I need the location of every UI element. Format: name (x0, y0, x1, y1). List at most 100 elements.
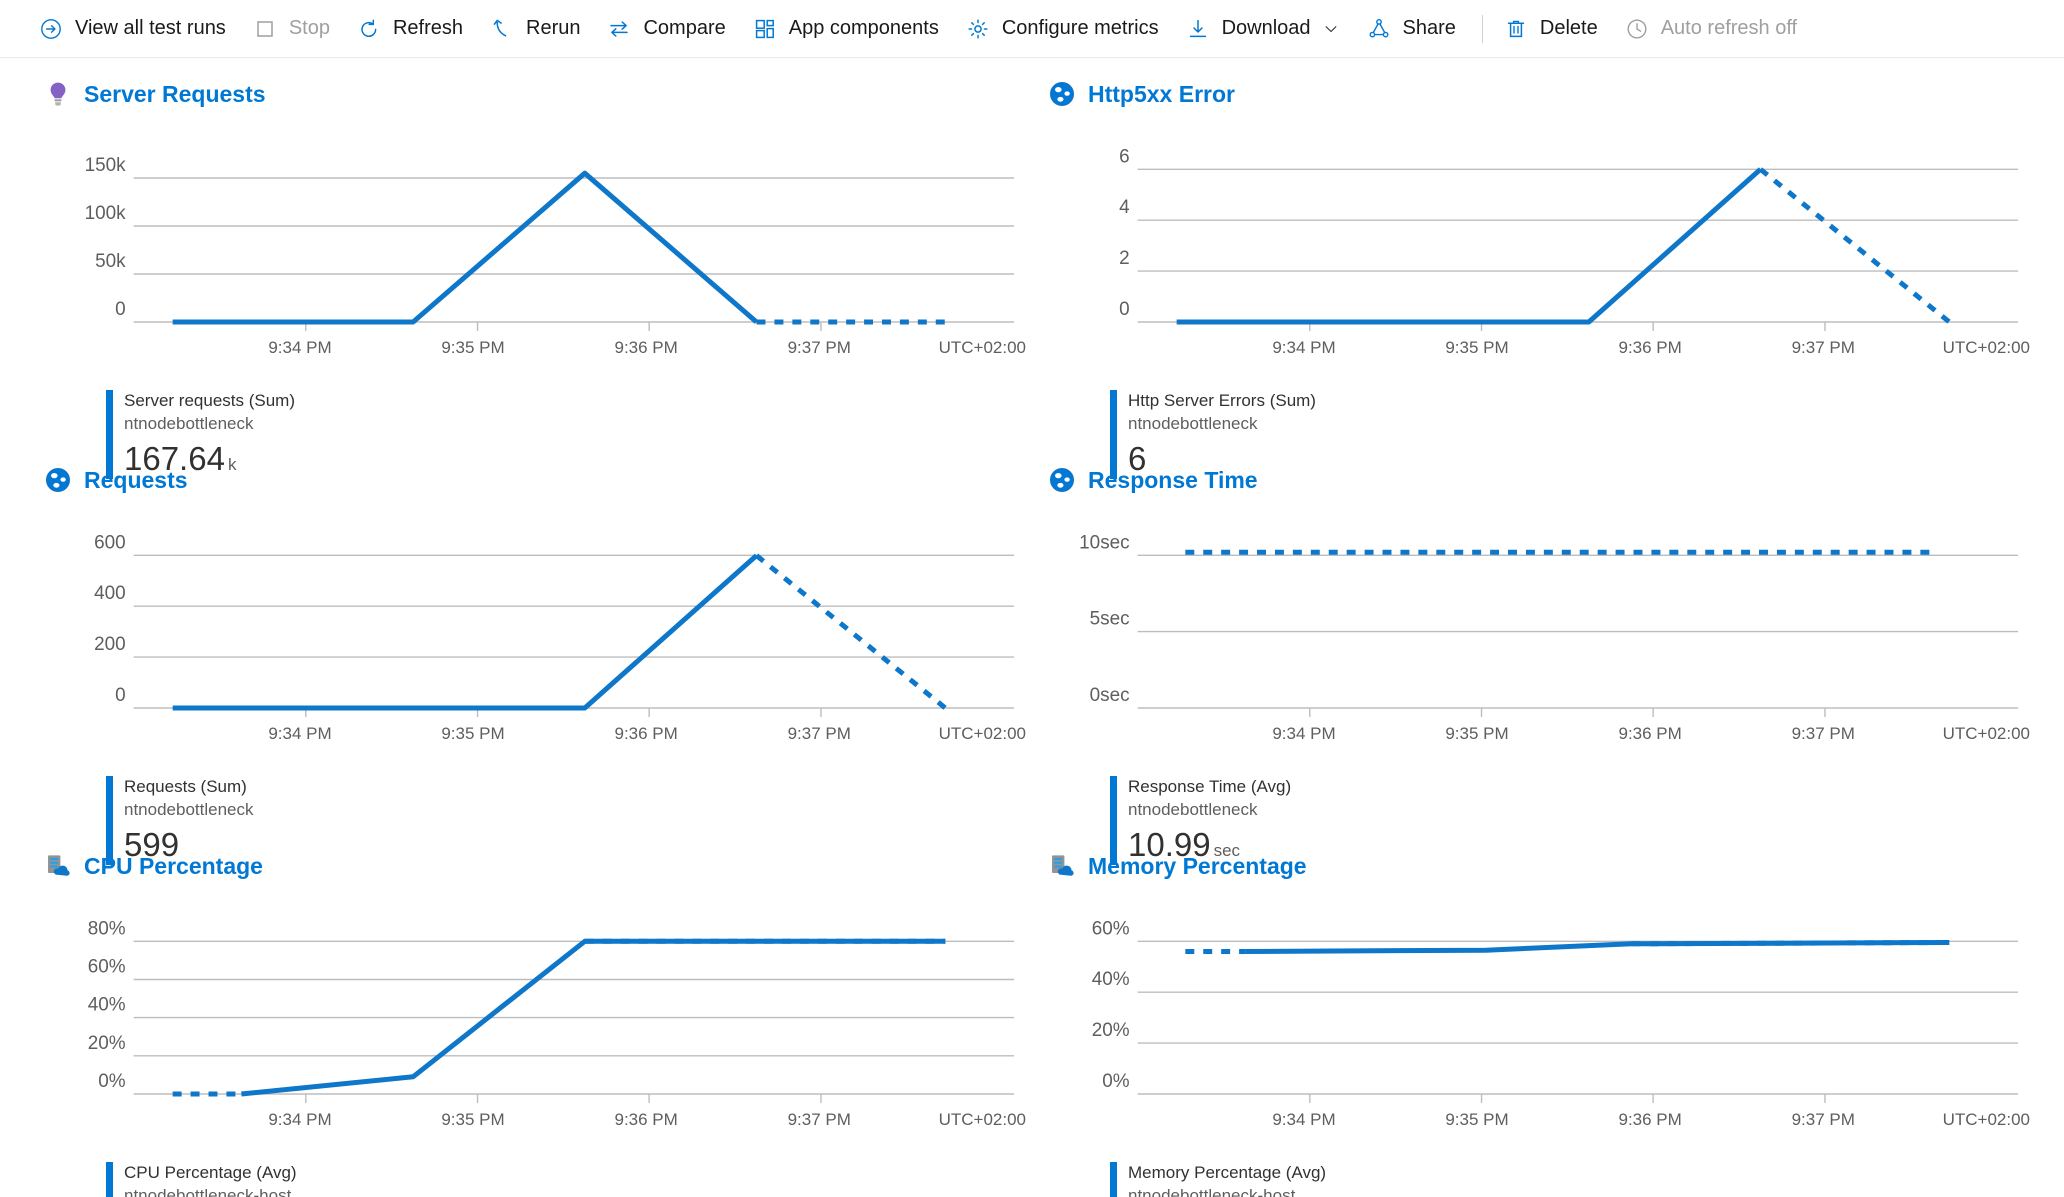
x-tick-label: 9:36 PM (614, 1110, 678, 1129)
toolbar-separator (1481, 14, 1483, 43)
legend-metric-name: Response Time (Avg) (1128, 777, 1292, 796)
x-axis: 9:34 PM 9:35 PM 9:36 PM 9:37 PM UTC+02:00 (1032, 720, 2036, 750)
toolbar-button-label: Auto refresh off (1660, 17, 1798, 39)
legend-text-block: Memory Percentage (Avg) ntnodebottleneck-… (1128, 1162, 1326, 1197)
y-tick-label: 0% (1102, 1071, 1129, 1092)
series-line-solid (1176, 167, 1763, 325)
toolbar-button-label: Download (1221, 17, 1311, 39)
y-tick-label: 20% (1092, 1020, 1130, 1041)
metric-tile-memory-percentage: Memory Percentage 0% 20% 40% 60% 9:34 PM 9:35 … (1032, 830, 2036, 1197)
toolbar-button-label: View all test runs (75, 17, 226, 39)
y-tick-label: 400 (94, 583, 126, 604)
metric-tile-response-time: Response Time 0sec 5sec 10sec 9:34 PM 9:35 PM… (1032, 444, 2036, 866)
metric-tile-title-cpu-percentage[interactable]: CPU Percentage (84, 853, 263, 880)
y-tick-label: 50k (95, 251, 126, 272)
x-tick-label: 9:36 PM (614, 724, 678, 743)
share-icon (1366, 16, 1392, 42)
metric-tile-title-response-time[interactable]: Response Time (1088, 467, 1258, 494)
x-tick-label: 9:37 PM (787, 724, 851, 743)
application-insights-icon (44, 80, 72, 108)
metric-chart-requests[interactable]: 0 200 400 600 (28, 528, 1032, 718)
y-tick-label: 4 (1119, 197, 1130, 218)
series-line-dashed (754, 553, 947, 710)
toolbar-button-refresh[interactable]: Refresh (346, 7, 479, 51)
toolbar-button-label: App components (788, 17, 939, 39)
toolbar-button-stop: Stop (242, 7, 346, 51)
plot-surface: 0% 20% 40% 60% 80% (88, 918, 1015, 1103)
metric-tile-cpu-percentage: CPU Percentage 0% 20% 40% 60% 80% 9:34 PM 9:35 … (28, 830, 1032, 1197)
x-axis: 9:34 PM 9:35 PM 9:36 PM 9:37 PM UTC+02:00 (1032, 334, 2036, 364)
toolbar-button-label: Share (1402, 17, 1456, 39)
y-tick-label: 150k (85, 155, 127, 176)
x-tick-label: 9:37 PM (1791, 338, 1855, 357)
x-tick-label: 9:36 PM (1618, 1110, 1682, 1129)
metric-tile-header: Memory Percentage (1032, 844, 2036, 888)
x-axis: 9:34 PM 9:35 PM 9:36 PM 9:37 PM UTC+02:00 (28, 720, 1032, 750)
legend-resource-name: ntnodebottleneck-host (124, 1185, 292, 1197)
app-service-plan-icon (1048, 852, 1076, 880)
metric-tile-requests: Requests 0 200 400 600 9:34 PM 9:35 PM 9:36 PM 9… (28, 444, 1032, 866)
x-tick-label: 9:36 PM (1618, 724, 1682, 743)
metric-legend-memory-percentage[interactable]: Memory Percentage (Avg) ntnodebottleneck-… (1032, 1162, 2036, 1197)
y-tick-label: 100k (85, 203, 127, 224)
x-tick-label: 9:35 PM (441, 338, 505, 357)
y-tick-label: 40% (88, 995, 126, 1016)
metric-chart-memory-percentage[interactable]: 0% 20% 40% 60% (1032, 914, 2036, 1104)
clock-icon (1624, 16, 1650, 42)
app-service-icon (1048, 466, 1076, 494)
legend-metric-name: Memory Percentage (Avg) (1128, 1163, 1327, 1182)
toolbar-button-compare[interactable]: Compare (596, 7, 741, 51)
stop-square-icon (252, 16, 278, 42)
metric-tile-header: Http5xx Error (1032, 72, 2036, 116)
metric-tile-header: Server Requests (28, 72, 1032, 116)
app-service-plan-icon (44, 852, 72, 880)
x-tick-label: 9:34 PM (1272, 338, 1336, 357)
legend-metric-name: Server requests (Sum) (124, 391, 295, 410)
chevron-down-icon[interactable] (1322, 20, 1340, 38)
toolbar-button-share[interactable]: Share (1356, 7, 1472, 51)
toolbar-button-label: Compare (643, 17, 726, 39)
toolbar-button-label: Stop (288, 17, 330, 39)
metric-chart-http5xx-error[interactable]: 0 2 4 6 (1032, 142, 2036, 332)
metric-chart-cpu-percentage[interactable]: 0% 20% 40% 60% 80% (28, 914, 1032, 1104)
plot-surface: 0 2 4 6 (1119, 146, 2019, 331)
x-tick-label: 9:35 PM (1445, 338, 1509, 357)
metric-tile-title-memory-percentage[interactable]: Memory Percentage (1088, 853, 1307, 880)
series-line-dashed (1758, 167, 1951, 324)
rerun-icon (489, 16, 515, 42)
y-tick-label: 0 (115, 685, 126, 706)
app-service-icon (1048, 80, 1076, 108)
y-tick-label: 0 (115, 299, 126, 320)
toolbar-button-label: Rerun (526, 17, 581, 39)
download-icon (1185, 16, 1211, 42)
toolbar-button-app-components[interactable]: App components (742, 7, 955, 51)
plot-surface: 0 50k 100k 150k (85, 155, 1015, 331)
toolbar-button-delete[interactable]: Delete (1493, 7, 1614, 51)
metric-chart-response-time[interactable]: 0sec 5sec 10sec (1032, 528, 2036, 718)
series-line-solid (172, 553, 759, 711)
legend-resource-name: ntnodebottleneck (1128, 799, 1258, 819)
y-tick-label: 60% (88, 956, 126, 977)
metric-tile-title-http5xx-error[interactable]: Http5xx Error (1088, 81, 1235, 108)
metric-legend-cpu-percentage[interactable]: CPU Percentage (Avg) ntnodebottleneck-hos… (28, 1162, 1032, 1197)
legend-metric-name: CPU Percentage (Avg) (124, 1163, 297, 1182)
metric-tile-title-requests[interactable]: Requests (84, 467, 188, 494)
metric-tile-title-server-requests[interactable]: Server Requests (84, 81, 266, 108)
compare-arrows-icon (606, 16, 632, 42)
x-tick-label: 9:37 PM (787, 1110, 851, 1129)
x-tick-label: 9:34 PM (268, 1110, 332, 1129)
toolbar-button-label: Refresh (392, 17, 463, 39)
y-tick-label: 5sec (1090, 609, 1130, 630)
metric-chart-server-requests[interactable]: 0 50k 100k 150k (28, 142, 1032, 332)
plot-surface: 0 200 400 600 (94, 532, 1015, 717)
y-tick-label: 0 (1119, 299, 1130, 320)
y-tick-label: 2 (1119, 248, 1130, 269)
toolbar-button-view-all-test-runs[interactable]: View all test runs (28, 7, 242, 51)
timezone-label: UTC+02:00 (938, 338, 1026, 357)
toolbar-button-configure-metrics[interactable]: Configure metrics (955, 7, 1175, 51)
toolbar-button-download[interactable]: Download (1175, 7, 1356, 51)
timezone-label: UTC+02:00 (938, 1110, 1026, 1129)
toolbar-button-rerun[interactable]: Rerun (479, 7, 596, 51)
series-line-solid (1245, 940, 1950, 954)
legend-metric-name: Http Server Errors (Sum) (1128, 391, 1316, 410)
